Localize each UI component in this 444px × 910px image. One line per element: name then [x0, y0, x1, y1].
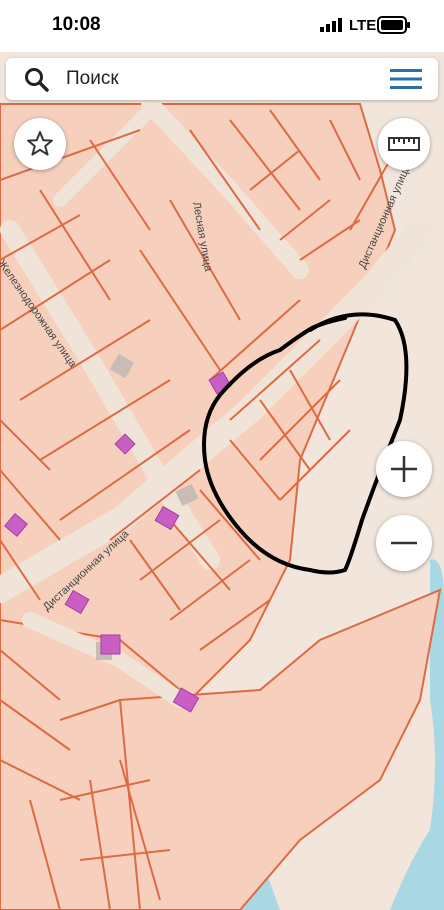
ruler-icon	[388, 137, 420, 151]
map-canvas[interactable]	[0, 0, 444, 910]
search-bar[interactable]: Поиск	[6, 58, 438, 100]
signal-icon	[320, 18, 342, 32]
search-input[interactable]: Поиск	[66, 68, 119, 90]
network-type: LTE	[349, 17, 377, 34]
zoom-out-button[interactable]	[376, 515, 432, 571]
menu-icon[interactable]	[390, 69, 422, 89]
zoom-out-icon	[391, 541, 417, 545]
star-icon	[27, 131, 53, 156]
status-time: 10:08	[52, 14, 101, 35]
zoom-in-button[interactable]	[376, 441, 432, 497]
zoom-in-icon	[391, 456, 417, 482]
search-icon[interactable]	[24, 67, 50, 93]
battery-icon	[377, 16, 410, 34]
status-bar: 10:08 LTE	[0, 0, 444, 52]
ruler-button[interactable]	[378, 118, 430, 170]
favorites-button[interactable]	[14, 118, 66, 170]
